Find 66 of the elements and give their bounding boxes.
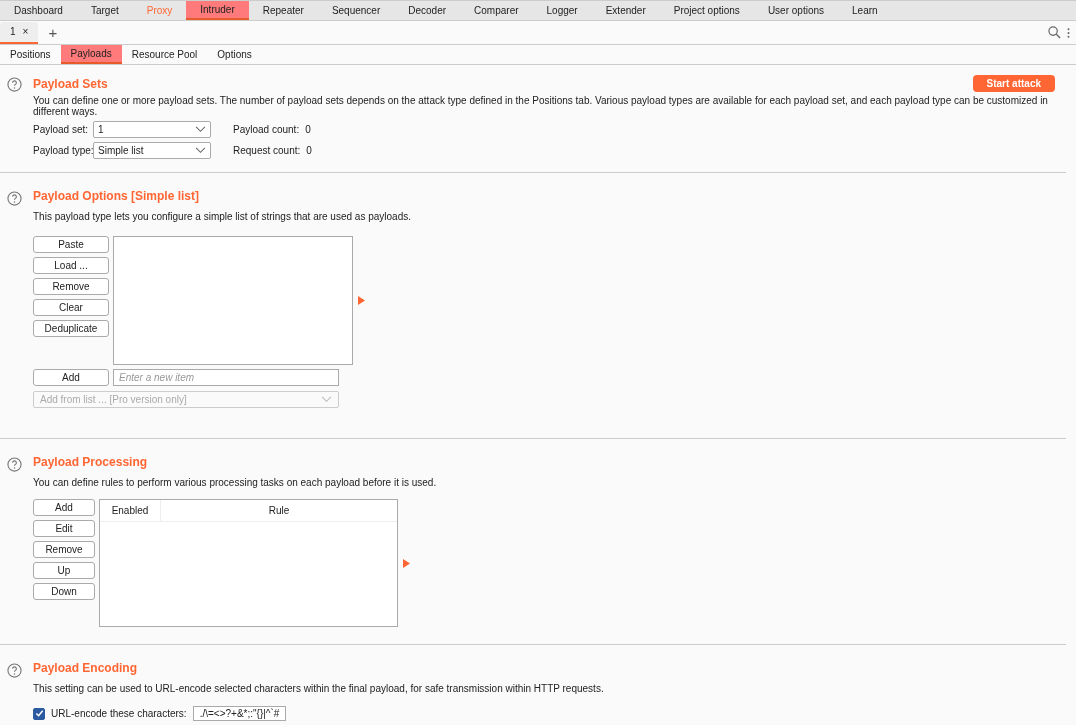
list-button[interactable]: Paste: [33, 236, 109, 253]
sub-tab[interactable]: Resource Pool: [121, 45, 208, 64]
help-icon[interactable]: [7, 191, 22, 206]
more-icon[interactable]: [1067, 26, 1070, 39]
main-tab[interactable]: Sequencer: [317, 1, 395, 20]
rule-button[interactable]: Edit: [33, 520, 95, 537]
list-button[interactable]: Remove: [33, 278, 109, 295]
section-description: You can define one or more payload sets. The number of payload sets depends on the attack type defined in the Positions tab. Various payload types are available for each payload set, and each payload type can be customized in different ways.: [33, 95, 1049, 117]
help-icon[interactable]: [7, 77, 22, 92]
payload-list[interactable]: [113, 236, 353, 365]
add-button[interactable]: Add: [33, 369, 109, 386]
dropdown[interactable]: 1: [93, 121, 211, 138]
rule-button[interactable]: Add: [33, 499, 95, 516]
main-tab[interactable]: Dashboard: [0, 1, 77, 20]
caret-icon: [321, 396, 332, 403]
section-description: This payload type lets you configure a simple list of strings that are used as payloads.: [33, 211, 412, 222]
caret-icon: [195, 126, 206, 133]
rule-button[interactable]: Down: [33, 583, 95, 600]
list-button[interactable]: Load ...: [33, 257, 109, 274]
rules-table[interactable]: Enabled Rule: [99, 499, 398, 627]
main-tab[interactable]: Intruder: [186, 1, 249, 20]
list-button[interactable]: Deduplicate: [33, 320, 109, 337]
main-tab[interactable]: Repeater: [248, 1, 318, 20]
main-tab[interactable]: Extender: [591, 1, 660, 20]
list-button[interactable]: Clear: [33, 299, 109, 316]
dropdown[interactable]: Simple list: [93, 142, 211, 159]
caret-icon: [195, 147, 206, 154]
count-value: 0: [305, 124, 311, 135]
search-icon[interactable]: [1048, 26, 1061, 39]
expand-arrow-icon[interactable]: [403, 558, 410, 568]
section-title: Payload Options [Simple list]: [33, 189, 201, 203]
main-tab[interactable]: Comparer: [460, 1, 533, 20]
section-title: Payload Processing: [33, 455, 149, 469]
count-label: Request count:: [233, 145, 301, 156]
sub-tab[interactable]: Options: [207, 45, 262, 64]
field-label: Payload type:: [33, 145, 93, 156]
main-tab[interactable]: Target: [76, 1, 133, 20]
checkbox-label: URL-encode these characters:: [51, 708, 187, 719]
rule-button[interactable]: Remove: [33, 541, 95, 558]
count-label: Payload count:: [233, 124, 300, 135]
sub-tab[interactable]: Payloads: [60, 45, 122, 64]
main-tab[interactable]: User options: [753, 1, 838, 20]
count-value: 0: [306, 145, 312, 156]
main-tab[interactable]: Project options: [659, 1, 754, 20]
section-title: Payload Encoding: [33, 661, 138, 675]
rule-button[interactable]: Up: [33, 562, 95, 579]
main-tab[interactable]: Learn: [838, 1, 892, 20]
field-label: Payload set:: [33, 124, 90, 135]
tab-label[interactable]: 1: [10, 26, 16, 37]
help-icon[interactable]: [7, 663, 22, 678]
section-description: You can define rules to perform various processing tasks on each payload before it is used.: [33, 477, 438, 488]
main-tab[interactable]: Logger: [532, 1, 592, 20]
checkbox[interactable]: [33, 707, 45, 720]
main-tab[interactable]: Decoder: [394, 1, 461, 20]
column-header[interactable]: Enabled: [100, 500, 161, 521]
add-tab-button[interactable]: +: [38, 24, 68, 41]
section-description: This setting can be used to URL-encode selected characters within the final payload, for safe transmission within HTTP requests.: [33, 683, 605, 694]
new-item-field[interactable]: Enter a new item: [113, 369, 339, 386]
section-title: Payload Sets: [33, 76, 108, 91]
sub-tab[interactable]: Positions: [0, 45, 61, 64]
help-icon[interactable]: [7, 457, 22, 472]
column-header[interactable]: Rule: [161, 500, 397, 521]
expand-arrow-icon[interactable]: [358, 296, 365, 305]
attack-tab[interactable]: 1 ×: [0, 21, 39, 44]
characters-field[interactable]: ./\=<>?+&*;:"{}|^`#: [192, 706, 287, 721]
close-tab-button[interactable]: ×: [22, 26, 29, 37]
